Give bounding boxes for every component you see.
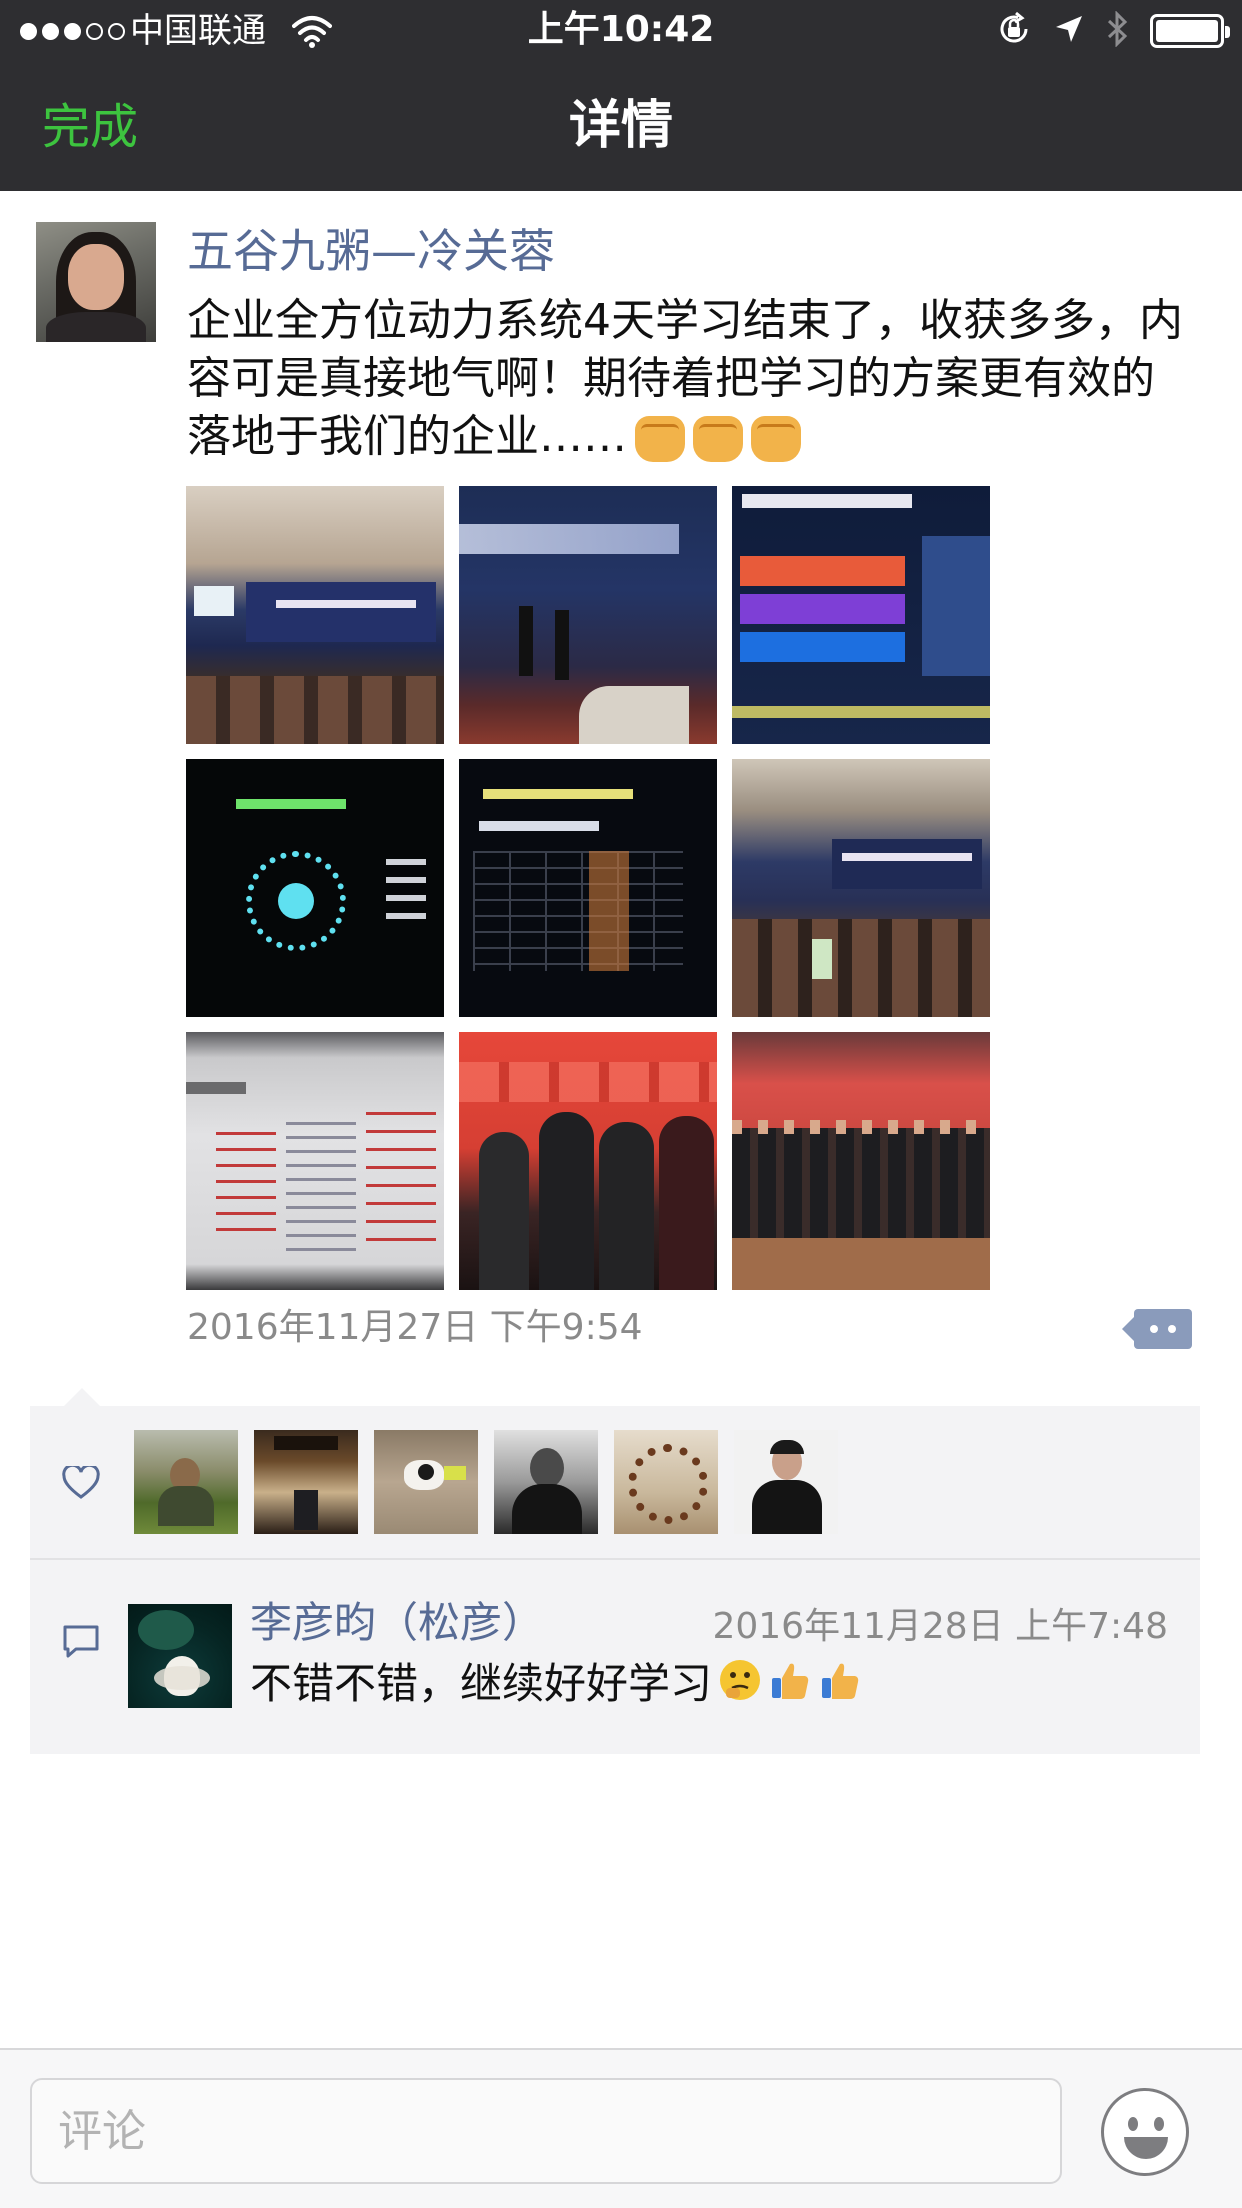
page-title: 详情 xyxy=(568,96,673,156)
liker-avatar[interactable] xyxy=(134,1430,238,1534)
bluetooth-icon xyxy=(1106,10,1128,51)
comment-text: 不错不错，继续好好学习 xyxy=(250,1656,862,1716)
photo-conference-hall[interactable] xyxy=(186,486,444,744)
comment-menu-button[interactable] xyxy=(1122,1309,1192,1349)
author-avatar[interactable] xyxy=(36,222,156,342)
author-name[interactable]: 五谷九粥—冷关蓉 xyxy=(187,222,555,280)
liker-avatar[interactable] xyxy=(734,1430,838,1534)
fist-emoji xyxy=(693,416,743,462)
fist-emoji xyxy=(751,416,801,462)
comment-input[interactable] xyxy=(30,2078,1062,2184)
photo-group-four[interactable] xyxy=(459,1032,717,1290)
status-icons xyxy=(996,10,1230,51)
panel-divider xyxy=(30,1558,1200,1560)
commenter-avatar[interactable] xyxy=(128,1604,232,1708)
thumbs-up-emoji xyxy=(768,1658,812,1716)
comment-icon xyxy=(62,1624,100,1664)
liker-avatar[interactable] xyxy=(374,1430,478,1534)
rotation-lock-icon xyxy=(996,11,1032,51)
commenter-name[interactable]: 李彦昀（松彦） xyxy=(250,1596,544,1650)
post-timestamp: 2016年11月27日 下午9:54 xyxy=(187,1307,643,1348)
comment-bar xyxy=(0,2048,1242,2208)
emoji-button[interactable] xyxy=(1101,2088,1189,2176)
photo-grid xyxy=(186,486,990,1290)
thumbs-up-emoji xyxy=(818,1658,862,1716)
heart-icon xyxy=(62,1463,100,1504)
battery-icon xyxy=(1150,14,1230,48)
photo-slide-principle[interactable] xyxy=(732,486,990,744)
location-arrow-icon xyxy=(1054,14,1084,48)
fist-emoji xyxy=(635,416,685,462)
liker-avatar[interactable] xyxy=(494,1430,598,1534)
photo-slide-partner[interactable] xyxy=(186,759,444,1017)
comment-timestamp: 2016年11月28日 上午7:48 xyxy=(712,1606,1168,1647)
post-text: 企业全方位动力系统4天学习结束了，收获多多，内容可是真接地气啊！期待着把学习的方… xyxy=(187,292,1197,466)
top-bar: 中国联通 上午10:42 完成 详情 xyxy=(0,0,1242,191)
interaction-panel: 李彦昀（松彦） 2016年11月28日 上午7:48 不错不错，继续好好学习 xyxy=(30,1388,1200,1754)
liker-avatar[interactable] xyxy=(254,1430,358,1534)
photo-slide-table[interactable] xyxy=(459,759,717,1017)
photo-stage-banner[interactable] xyxy=(459,486,717,744)
status-bar: 中国联通 上午10:42 xyxy=(0,0,1242,62)
thinking-emoji xyxy=(718,1658,762,1716)
photo-audience[interactable] xyxy=(732,759,990,1017)
comment-text-body: 不错不错，继续好好学习 xyxy=(250,1659,713,1708)
photo-screen-framework[interactable] xyxy=(186,1032,444,1290)
post-text-body: 企业全方位动力系统4天学习结束了，收获多多，内容可是真接地气啊！期待着把学习的方… xyxy=(187,295,1183,462)
photo-group-large[interactable] xyxy=(732,1032,990,1290)
liker-avatar[interactable] xyxy=(614,1430,718,1534)
